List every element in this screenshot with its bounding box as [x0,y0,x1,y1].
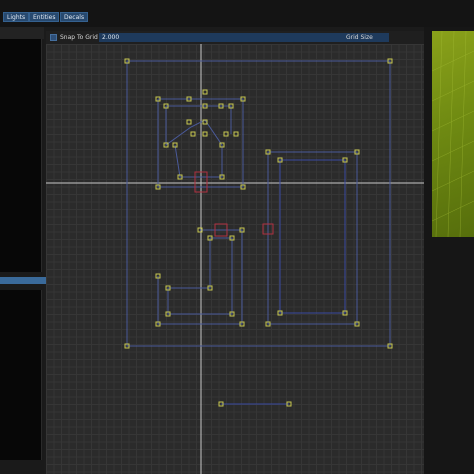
left-panel-properties[interactable] [0,290,42,460]
map-editor-viewport[interactable] [46,44,424,474]
snap-to-grid-label: Snap To Grid [60,34,98,41]
left-panel [0,27,46,474]
left-panel-list[interactable] [0,39,42,272]
decals-button[interactable]: Decals [60,12,89,22]
entities-button[interactable]: Entities [29,12,60,22]
left-panel-header [0,27,44,39]
grid-size-label: Grid Size [346,34,373,41]
lights-button[interactable]: Lights [3,12,30,22]
left-panel-selected-row[interactable] [0,277,46,284]
snap-to-grid-checkbox[interactable] [50,34,57,41]
preview-wireframe [432,31,474,237]
top-toolbar: Lights Entities Decals [0,0,474,27]
3d-preview[interactable] [432,31,474,237]
viewport-toolbar: Snap To Grid 2.000 Grid Size [46,31,424,44]
